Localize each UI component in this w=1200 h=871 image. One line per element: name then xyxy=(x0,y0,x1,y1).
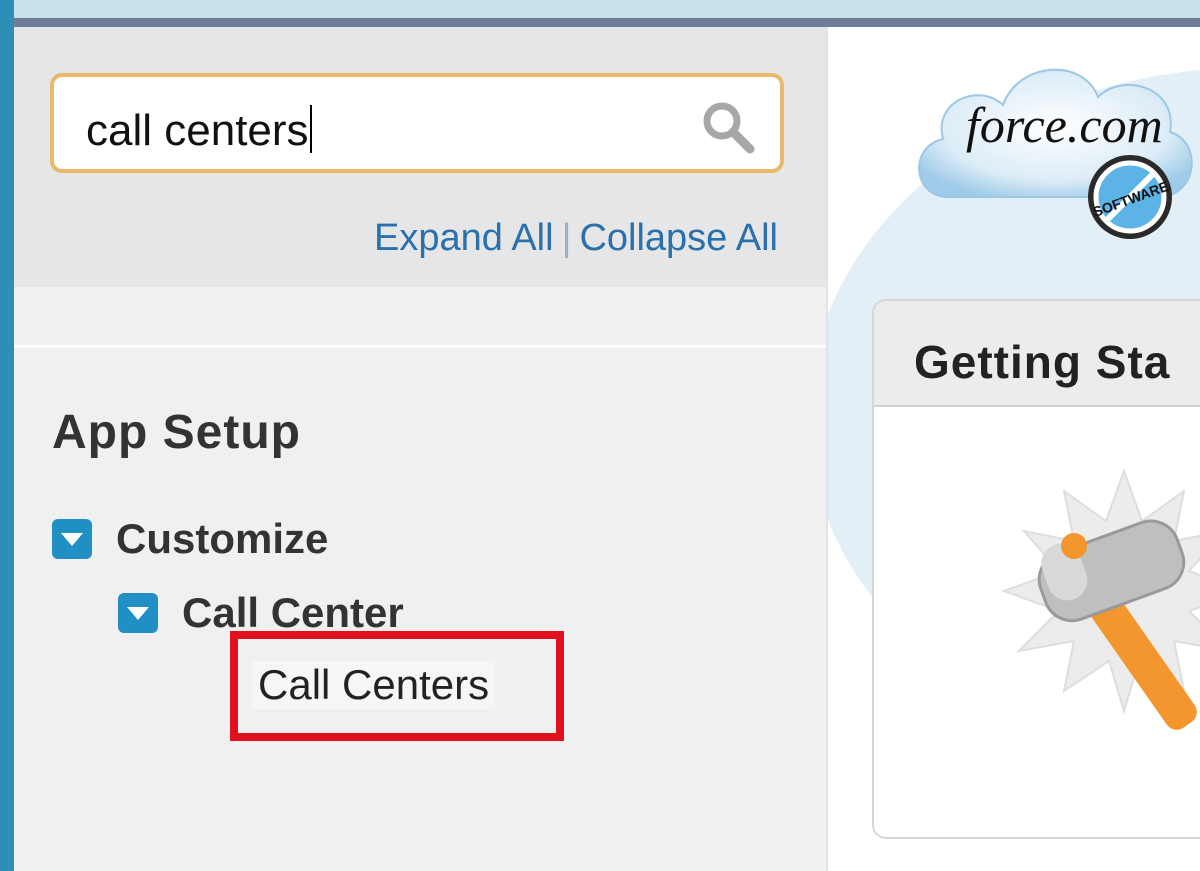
card-title: Getting Sta xyxy=(914,336,1171,388)
link-separator: | xyxy=(561,217,572,259)
window-edge xyxy=(0,0,14,871)
collapse-all-link[interactable]: Collapse All xyxy=(579,217,778,259)
tree-item-call-center[interactable]: Call Center xyxy=(118,589,404,637)
top-banner xyxy=(0,0,1200,18)
force-com-logo: force.com SOFTWARE xyxy=(918,68,1193,239)
search-icon[interactable] xyxy=(700,99,756,155)
expand-collapse-links: Expand All | Collapse All xyxy=(374,217,778,260)
section-title-app-setup: App Setup xyxy=(52,406,301,459)
expand-all-link[interactable]: Expand All xyxy=(374,217,554,259)
sidebar-divider xyxy=(14,345,826,348)
card-header: Getting Sta xyxy=(874,301,1200,407)
highlight-box: Call Centers xyxy=(230,631,564,741)
hammer-icon xyxy=(1001,468,1200,730)
tree-link-call-centers[interactable]: Call Centers xyxy=(252,661,496,709)
search-value: call centers xyxy=(86,106,309,155)
tree-label-customize: Customize xyxy=(116,515,329,562)
getting-started-card: Getting Sta xyxy=(872,299,1200,839)
svg-text:force.com: force.com xyxy=(966,97,1163,153)
header-divider xyxy=(0,18,1200,27)
text-caret xyxy=(309,105,312,153)
tree-label-call-center: Call Center xyxy=(182,589,404,636)
main-content: force.com SOFTWARE Getting Sta xyxy=(828,27,1200,871)
collapse-toggle-icon[interactable] xyxy=(52,519,92,559)
collapse-toggle-icon[interactable] xyxy=(118,593,158,633)
setup-sidebar: call centers Expand All | Collapse All App… xyxy=(14,27,828,871)
quick-find-input[interactable]: call centers xyxy=(50,73,784,173)
tree-item-customize[interactable]: Customize xyxy=(52,515,328,563)
quick-find-area: call centers Expand All | Collapse All xyxy=(14,27,826,287)
